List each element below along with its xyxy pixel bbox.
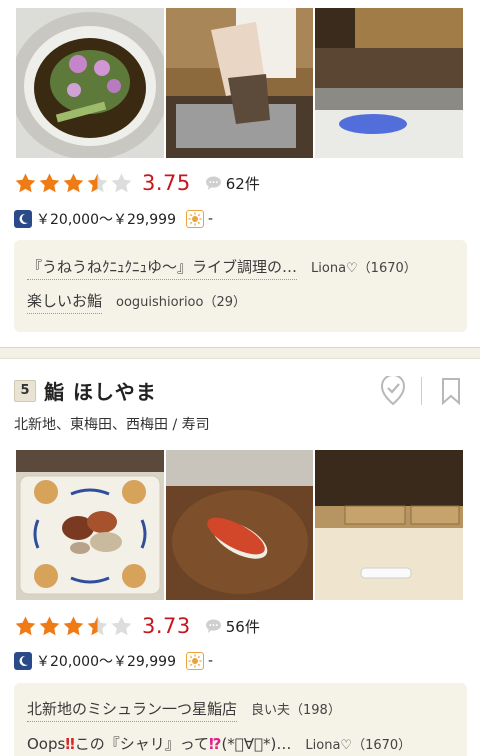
review-user[interactable]: 良い夫（198）	[251, 699, 341, 718]
shop2-review-item[interactable]: 北新地のミシュラン一つ星鮨店 良い夫（198）	[27, 698, 341, 722]
review-title-part: この『シャリ』って	[74, 735, 209, 753]
shop2-lunch-price: -	[207, 653, 214, 669]
star-icon	[63, 615, 84, 635]
shop1-review-count[interactable]: 62件	[205, 173, 260, 194]
section-divider	[0, 347, 480, 359]
sun-icon	[185, 210, 204, 228]
check-heart-icon[interactable]	[380, 376, 406, 406]
star-half-icon	[87, 615, 108, 635]
moon-icon	[14, 210, 32, 228]
shop1-price-row: ￥20,000～￥29,999 -	[14, 209, 213, 229]
shop1-photo-chef[interactable]	[166, 8, 313, 158]
review-title-link[interactable]: Oops‼この『シャリ』って⁉(*ﾟ∀ﾟ*)…	[27, 733, 291, 756]
star-icon	[15, 615, 36, 635]
shop1-star-rating	[14, 172, 133, 195]
shop1-review-item[interactable]: 『うねうねｸﾆｭｸﾆｭゆ～』ライブ調理の… Liona♡（1670）	[27, 256, 417, 280]
star-icon	[39, 615, 60, 635]
shop1-rating-row: 3.75 62件	[14, 168, 260, 198]
shop1-photo-counter[interactable]	[315, 8, 463, 158]
review-title-part: (*ﾟ∀ﾟ*)…	[221, 735, 292, 753]
shop1-rating-score: 3.75	[142, 171, 191, 195]
bookmark-icon[interactable]	[440, 377, 462, 405]
sun-icon	[185, 652, 204, 670]
review-title-link[interactable]: 北新地のミシュラン一つ星鮨店	[27, 698, 238, 722]
shop2-review-count-label: 56件	[225, 617, 260, 636]
header-separator	[421, 377, 422, 405]
shop2-area-genre[interactable]: 北新地、東梅田、西梅田 / 寿司	[14, 414, 210, 434]
shop2-rating-score: 3.73	[142, 614, 191, 638]
comment-bubble-icon	[205, 619, 221, 633]
review-user[interactable]: Liona♡（1670）	[305, 734, 411, 753]
shop1-photo-dish[interactable]	[16, 8, 164, 158]
shop2-rating-row: 3.73 56件	[14, 611, 260, 641]
shop2-name-link[interactable]: 鮨 ほしやま	[44, 376, 157, 405]
shop2-header[interactable]: 5 鮨 ほしやま	[14, 376, 157, 405]
shop1-review-box: 『うねうねｸﾆｭｸﾆｭゆ～』ライブ調理の… Liona♡（1670） 楽しいお鮨…	[14, 240, 467, 332]
exclamation-question-icon: ⁉	[209, 735, 222, 753]
review-user[interactable]: Liona♡（1670）	[311, 257, 417, 276]
shop2-photo-dish[interactable]	[16, 450, 164, 600]
shop2-review-count[interactable]: 56件	[205, 616, 260, 637]
review-user[interactable]: ooguishiorioo（29）	[116, 291, 246, 310]
star-half-icon	[87, 172, 108, 192]
star-empty-icon	[111, 615, 132, 635]
shop2-star-rating	[14, 615, 133, 638]
shop2-review-item[interactable]: Oops‼この『シャリ』って⁉(*ﾟ∀ﾟ*)… Liona♡（1670）	[27, 733, 411, 756]
shop2-photo-counter[interactable]	[315, 450, 463, 600]
star-icon	[15, 172, 36, 192]
review-title-link[interactable]: 『うねうねｸﾆｭｸﾆｭゆ～』ライブ調理の…	[27, 256, 298, 280]
shop2-dinner-price: ￥20,000～￥29,999	[36, 654, 176, 670]
shop2-photo-strip[interactable]	[0, 450, 480, 600]
shop1-review-item[interactable]: 楽しいお鮨 ooguishiorioo（29）	[27, 290, 246, 314]
review-title-link[interactable]: 楽しいお鮨	[27, 290, 103, 314]
shop2-price-row: ￥20,000～￥29,999 -	[14, 651, 213, 671]
star-icon	[39, 172, 60, 192]
star-icon	[63, 172, 84, 192]
review-title-part: Oops	[27, 735, 66, 753]
comment-bubble-icon	[205, 176, 221, 190]
star-empty-icon	[111, 172, 132, 192]
shop1-dinner-price: ￥20,000～￥29,999	[36, 212, 176, 228]
shop1-lunch-price: -	[207, 211, 214, 227]
rank-badge: 5	[14, 379, 36, 402]
shop2-photo-sushi[interactable]	[166, 450, 313, 600]
shop2-review-box: 北新地のミシュラン一つ星鮨店 良い夫（198） Oops‼この『シャリ』って⁉(…	[14, 683, 467, 756]
moon-icon	[14, 652, 32, 670]
shop1-review-count-label: 62件	[225, 174, 260, 193]
double-exclamation-icon: ‼	[65, 735, 75, 753]
shop1-photo-strip[interactable]	[0, 8, 480, 158]
